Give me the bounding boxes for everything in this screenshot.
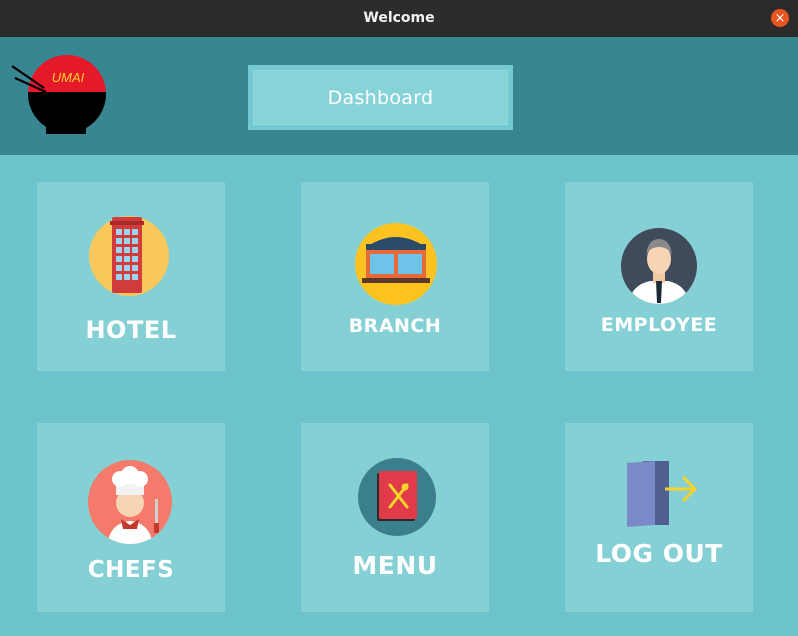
hotel-tile[interactable]: HOTEL [37, 182, 225, 371]
menu-label: MENU [352, 551, 438, 580]
window-title: Welcome [363, 10, 435, 26]
branch-storefront-icon [355, 223, 437, 305]
logout-tile[interactable]: LOG OUT [565, 423, 753, 612]
logout-label: LOG OUT [595, 539, 723, 568]
hotel-label: HOTEL [85, 316, 177, 344]
employee-label: EMPLOYEE [600, 314, 718, 336]
branch-tile[interactable]: BRANCH [301, 182, 489, 371]
umai-logo: UMAI [11, 55, 106, 134]
chefs-label: CHEFS [87, 557, 175, 583]
dashboard-label: Dashboard [327, 86, 434, 109]
dashboard-button[interactable]: Dashboard [248, 65, 513, 130]
logo-text: UMAI [52, 70, 85, 85]
branch-label: BRANCH [348, 315, 442, 337]
chefs-tile[interactable]: CHEFS [37, 423, 225, 612]
employee-person-icon [621, 228, 697, 304]
title-bar: Welcome × [0, 0, 798, 37]
chef-icon [88, 460, 172, 544]
menu-book-icon [358, 458, 436, 536]
menu-tile[interactable]: MENU [301, 423, 489, 612]
close-button[interactable]: × [771, 9, 789, 27]
logout-door-icon [627, 461, 698, 527]
employee-tile[interactable]: EMPLOYEE [565, 182, 753, 371]
hotel-phonebooth-icon [89, 216, 169, 296]
close-icon: × [774, 10, 786, 26]
